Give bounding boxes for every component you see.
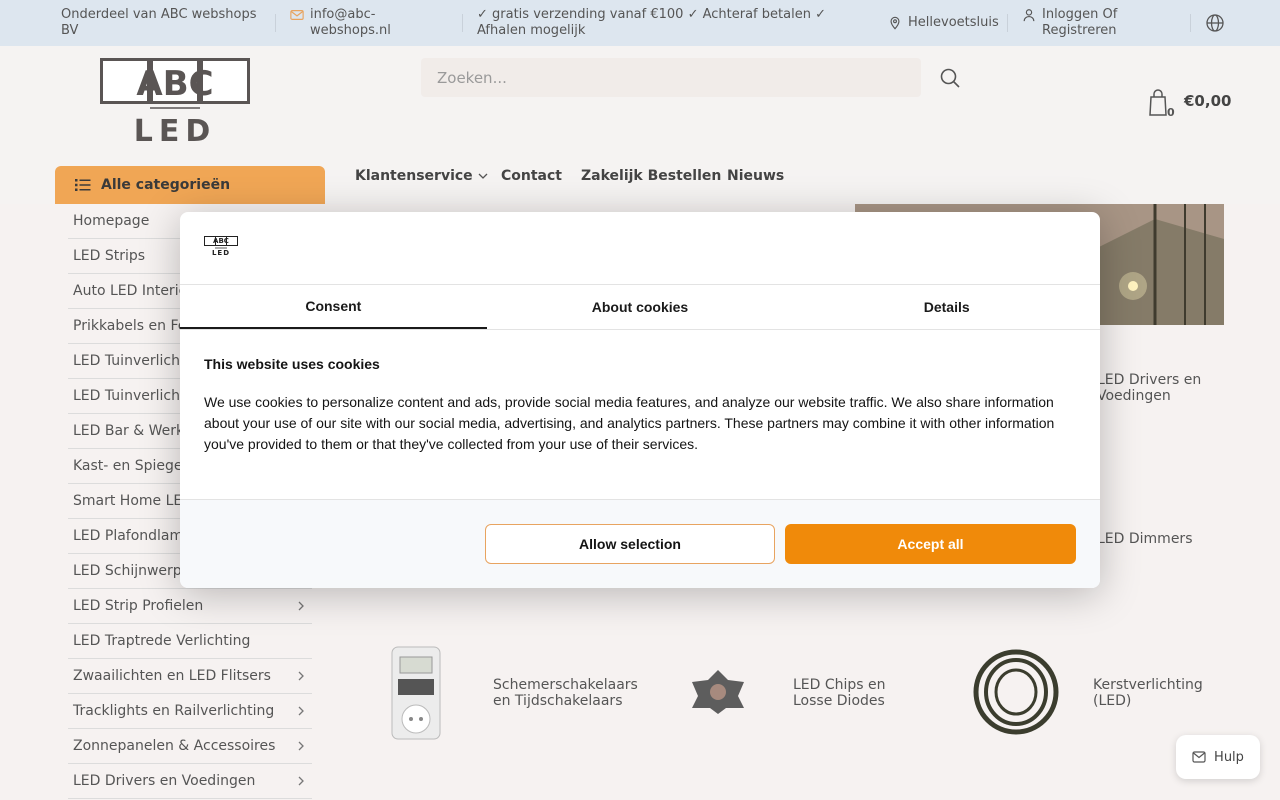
- globe-icon[interactable]: [1205, 13, 1225, 33]
- divider: [275, 14, 276, 32]
- sidebar-item-label: Prikkabels en Fe: [73, 318, 187, 334]
- cookie-footer: Allow selection Accept all: [180, 499, 1100, 588]
- logo-top-label: ABC: [136, 64, 214, 104]
- tab-about-cookies[interactable]: About cookies: [487, 285, 794, 329]
- led-chip-image[interactable]: [688, 668, 748, 716]
- sidebar-item-label: LED Drivers en Voedingen: [73, 773, 256, 789]
- tile-led-drivers[interactable]: LED Drivers en Voedingen: [1097, 372, 1217, 404]
- location-label: Hellevoetsluis: [908, 15, 999, 30]
- email-link[interactable]: info@abc-webshops.nl: [290, 7, 440, 39]
- cart-total[interactable]: €0,00: [1184, 92, 1231, 110]
- location-link[interactable]: Hellevoetsluis: [888, 15, 999, 31]
- christmas-lights-image[interactable]: [970, 645, 1062, 739]
- sidebar-item-label: LED Strips: [73, 248, 146, 264]
- cookie-consent-dialog: ABC LED Consent About cookies Details Th…: [180, 212, 1100, 588]
- company-text: Onderdeel van ABC webshops BV: [61, 7, 261, 39]
- sidebar-item-label: LED Plafondlamp: [73, 528, 193, 544]
- tile-kerstverlichting[interactable]: Kerstverlichting (LED): [1093, 677, 1213, 709]
- usp-text: ✓ gratis verzending vanaf €100 ✓ Achtera…: [477, 7, 862, 39]
- cookie-tabs: Consent About cookies Details: [180, 284, 1100, 330]
- chevron-right-icon: [298, 671, 304, 681]
- nav-nieuws[interactable]: Nieuws: [727, 168, 784, 184]
- login-label: Inloggen Of Registreren: [1042, 7, 1118, 38]
- all-categories-button[interactable]: Alle categorieën: [55, 166, 325, 204]
- search-icon[interactable]: [939, 67, 961, 89]
- divider: [462, 14, 463, 32]
- sidebar-item[interactable]: LED Traptrede Verlichting: [68, 624, 312, 659]
- chevron-right-icon: [298, 706, 304, 716]
- list-icon: [75, 179, 91, 191]
- sidebar-item[interactable]: LED Drivers en Voedingen: [68, 764, 312, 799]
- logo-top-text: ABC: [100, 64, 250, 104]
- nav-contact[interactable]: Contact: [501, 168, 562, 184]
- tab-details[interactable]: Details: [793, 285, 1100, 329]
- tile-led-chips[interactable]: LED Chips en Losse Diodes: [793, 677, 913, 709]
- sidebar-item-label: Homepage: [73, 213, 150, 229]
- sidebar-item-label: Smart Home LED: [73, 493, 194, 509]
- login-link[interactable]: Inloggen Of Registreren: [1022, 7, 1172, 39]
- sidebar-item-label: Zwaailichten en LED Flitsers: [73, 668, 271, 684]
- mail-icon: [1192, 751, 1206, 763]
- help-button[interactable]: Hulp: [1176, 735, 1260, 779]
- sidebar-item[interactable]: LED Strip Profielen: [68, 589, 312, 624]
- nav-zakelijk-bestellen[interactable]: Zakelijk Bestellen: [581, 168, 721, 184]
- timer-switch-image[interactable]: [390, 645, 442, 741]
- all-categories-label: Alle categorieën: [101, 177, 231, 193]
- help-label: Hulp: [1214, 749, 1244, 765]
- email-label: info@abc-webshops.nl: [310, 7, 391, 38]
- tile-schemerschakelaars[interactable]: Schemerschakelaars en Tijdschakelaars: [493, 677, 643, 709]
- sidebar-item-label: LED Traptrede Verlichting: [73, 633, 251, 649]
- cookie-body-text: We use cookies to personalize content an…: [204, 394, 1055, 452]
- tab-consent[interactable]: Consent: [180, 285, 487, 329]
- tile-led-dimmers[interactable]: LED Dimmers: [1097, 531, 1192, 547]
- allow-selection-button[interactable]: Allow selection: [485, 524, 775, 564]
- site-logo[interactable]: ABC LED: [100, 58, 250, 149]
- top-bar: Onderdeel van ABC webshops BV info@abc-w…: [0, 0, 1280, 46]
- accept-all-button[interactable]: Accept all: [785, 524, 1076, 564]
- sidebar-item-label: Auto LED Interie: [73, 283, 188, 299]
- logo-bottom-label: LED: [133, 114, 217, 149]
- sidebar-item[interactable]: Zonnepanelen & Accessoires: [68, 729, 312, 764]
- divider: [1007, 14, 1008, 32]
- company-label: Onderdeel van ABC webshops BV: [61, 7, 257, 38]
- nav-klantenservice-label: Klantenservice: [355, 168, 473, 184]
- search-placeholder: Zoeken...: [437, 69, 507, 87]
- chevron-right-icon: [298, 741, 304, 751]
- sidebar-item[interactable]: Tracklights en Railverlichting: [68, 694, 312, 729]
- sidebar-item-label: Tracklights en Railverlichting: [73, 703, 275, 719]
- cookie-title: This website uses cookies: [204, 356, 380, 372]
- chevron-down-icon: [478, 173, 488, 179]
- search-input[interactable]: Zoeken...: [421, 58, 921, 97]
- usp-label: ✓ gratis verzending vanaf €100 ✓ Achtera…: [477, 7, 826, 38]
- nav-klantenservice[interactable]: Klantenservice: [355, 168, 488, 184]
- chevron-right-icon: [298, 776, 304, 786]
- sidebar-item[interactable]: Zwaailichten en LED Flitsers: [68, 659, 312, 694]
- user-icon: [1023, 9, 1035, 22]
- sidebar-item-label: LED Strip Profielen: [73, 598, 204, 614]
- divider: [1190, 14, 1191, 32]
- location-pin-icon: [890, 16, 900, 30]
- chevron-right-icon: [298, 601, 304, 611]
- sidebar-item-label: Zonnepanelen & Accessoires: [73, 738, 276, 754]
- mini-logo-top: ABC: [213, 237, 229, 245]
- sidebar-item-label: LED Bar & Werkv: [73, 423, 193, 439]
- sidebar-item-label: Kast- en Spiege: [73, 458, 183, 474]
- cookie-dialog-logo: ABC LED: [204, 236, 238, 258]
- mini-logo-bottom: LED: [211, 249, 231, 257]
- mail-icon: [290, 10, 304, 20]
- cart-count-badge: 0: [1167, 106, 1175, 119]
